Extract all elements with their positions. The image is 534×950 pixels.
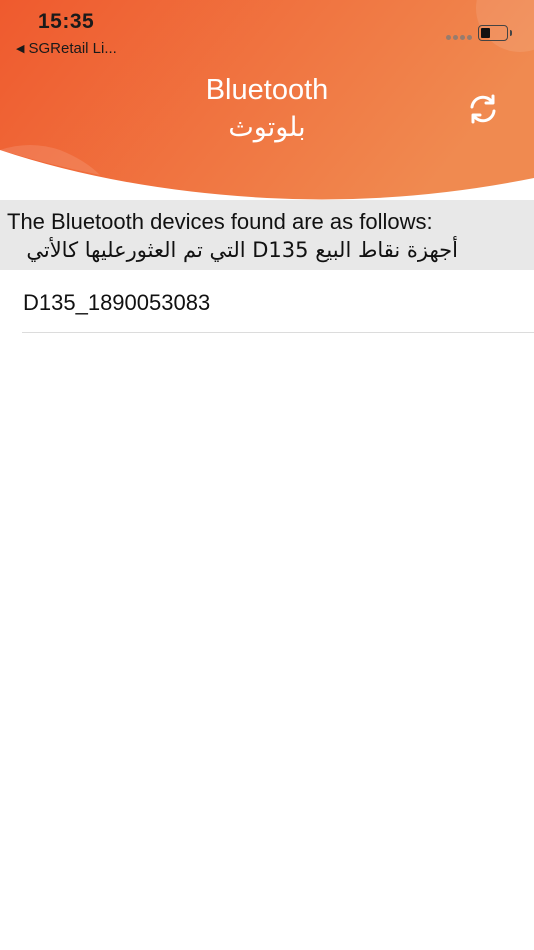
page-title: Bluetooth bbox=[205, 74, 329, 106]
refresh-button[interactable] bbox=[466, 92, 500, 126]
devices-info-banner: The Bluetooth devices found are as follo… bbox=[0, 200, 534, 270]
info-text-arabic: أجهزة نقاط البيع D135 التي تم العثورعليه… bbox=[26, 238, 458, 262]
info-text-english: The Bluetooth devices found are as follo… bbox=[7, 209, 433, 234]
device-list: D135_1890053083 bbox=[0, 270, 534, 333]
signal-icon bbox=[446, 35, 472, 40]
device-list-item[interactable]: D135_1890053083 bbox=[22, 270, 534, 333]
page-title-arabic: بلوتوث bbox=[228, 112, 306, 143]
status-time: 15:35 bbox=[38, 10, 95, 33]
device-name: D135_1890053083 bbox=[23, 290, 211, 315]
back-arrow-icon: ◀ bbox=[16, 43, 25, 55]
refresh-icon bbox=[470, 94, 496, 124]
back-app-label: SGRetail Li... bbox=[28, 40, 117, 57]
battery-icon bbox=[478, 25, 512, 41]
back-to-app-link[interactable]: ◀ SGRetail Li... bbox=[16, 40, 117, 57]
app-header: 15:35 ◀ SGRetail Li... Bluetooth بلوتوث bbox=[0, 0, 534, 200]
